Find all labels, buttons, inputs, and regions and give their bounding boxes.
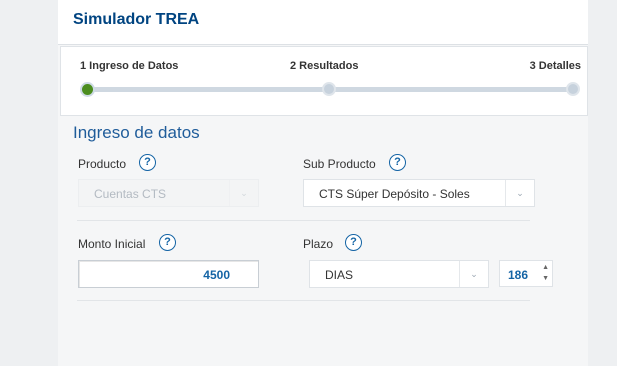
step-2-label: 2 Resultados: [290, 60, 359, 72]
chevron-down-icon: ⌄: [229, 180, 258, 206]
plazo-unit-value: DIAS: [325, 268, 354, 282]
plazo-label: Plazo: [303, 237, 334, 251]
plazo-days-stepper[interactable]: 186 ▲ ▼: [499, 260, 553, 287]
sub-producto-value: CTS Súper Depósito - Soles: [319, 187, 470, 201]
step-3-label: 3 Detalles: [529, 60, 581, 72]
divider: [77, 220, 530, 221]
step-2-dot[interactable]: [322, 82, 336, 96]
decrement-icon[interactable]: ▼: [542, 275, 549, 283]
chevron-down-icon: ⌄: [505, 180, 534, 206]
page-title: Simulador TREA: [73, 11, 200, 28]
plazo-help-icon[interactable]: ?: [345, 234, 362, 251]
step-1-label: 1 Ingreso de Datos: [80, 60, 179, 72]
increment-icon[interactable]: ▲: [542, 264, 549, 272]
divider: [77, 300, 530, 301]
chevron-down-icon: ⌄: [459, 261, 488, 287]
plazo-days-value: 186: [508, 268, 529, 282]
progress-stepper: 1 Ingreso de Datos 2 Resultados 3 Detall…: [60, 46, 588, 116]
monto-inicial-value: 4500: [203, 268, 230, 282]
producto-help-icon[interactable]: ?: [139, 154, 156, 171]
section-title: Ingreso de datos: [73, 123, 200, 142]
producto-select[interactable]: Cuentas CTS ⌄: [78, 179, 259, 207]
sub-producto-label: Sub Producto: [303, 157, 376, 171]
sub-producto-select[interactable]: CTS Súper Depósito - Soles ⌄: [303, 179, 535, 207]
step-1-dot[interactable]: [80, 82, 95, 97]
monto-inicial-input[interactable]: 4500: [78, 260, 259, 288]
monto-inicial-label: Monto Inicial: [78, 237, 146, 251]
producto-value: Cuentas CTS: [94, 187, 167, 201]
step-3-dot[interactable]: [566, 82, 580, 96]
monto-inicial-help-icon[interactable]: ?: [159, 234, 176, 251]
sub-producto-help-icon[interactable]: ?: [389, 154, 406, 171]
plazo-unit-select[interactable]: DIAS ⌄: [309, 260, 489, 288]
page-header: Simulador TREA: [58, 0, 588, 45]
producto-label: Producto: [78, 157, 127, 171]
